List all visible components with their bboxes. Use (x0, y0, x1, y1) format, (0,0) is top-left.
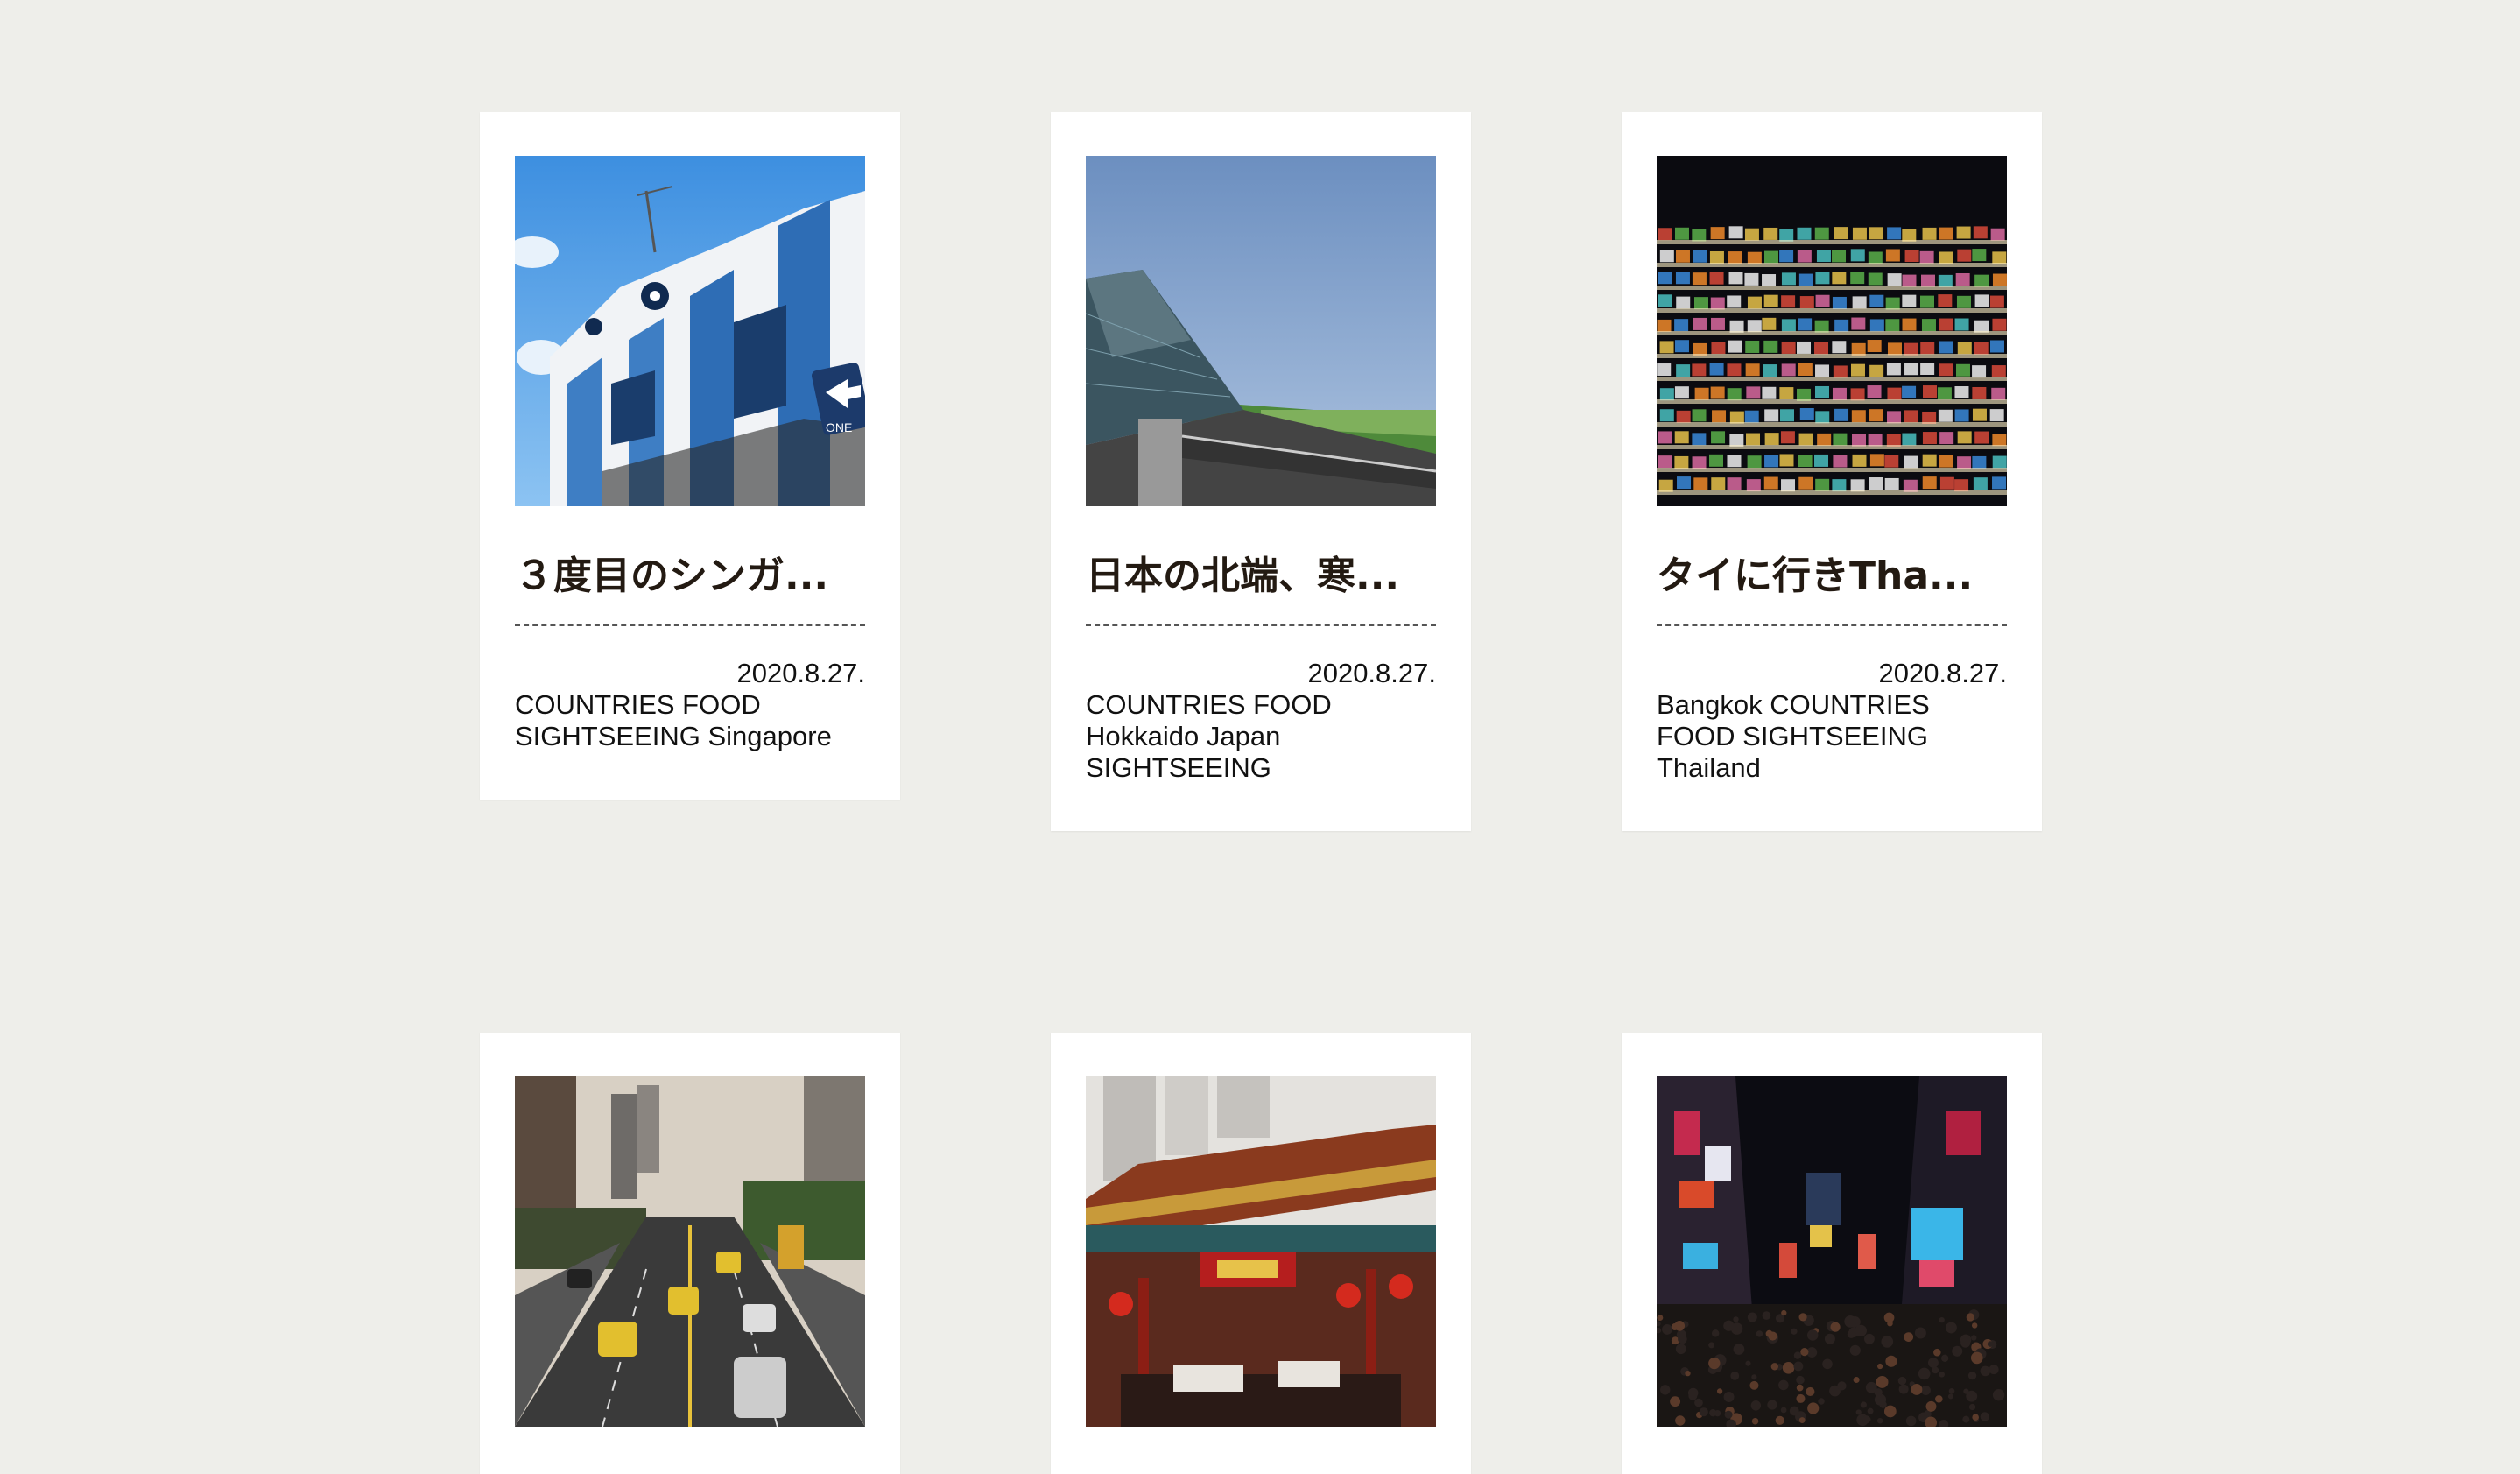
article-date: 2020.8.27. (1307, 657, 1436, 688)
article-date: 2020.8.27. (1878, 657, 2007, 688)
night-market-image (1657, 156, 2007, 506)
article-card-taipei[interactable] (480, 1032, 900, 1474)
article-card-thailand[interactable]: タイに行きTha... 2020.8.27. Bangkok COUNTRIES… (1622, 112, 2042, 831)
article-thumbnail[interactable]: ONE (515, 156, 865, 506)
article-thumbnail[interactable] (1086, 1076, 1436, 1427)
article-thumbnail[interactable] (1657, 1076, 2007, 1427)
article-card-hong-kong[interactable] (1051, 1032, 1471, 1474)
article-grid: ONE ３度目のシンガ... 2020.8.27. COUNTRIES FOOD… (480, 112, 2042, 1474)
article-tags: Bangkok COUNTRIES FOOD SIGHTSEEING Thail… (1657, 688, 1930, 783)
article-date: 2020.8.27. (736, 657, 865, 688)
singapore-shophouse-image: ONE (515, 156, 865, 506)
temple-image (1086, 1076, 1436, 1427)
article-thumbnail[interactable] (515, 1076, 865, 1427)
article-thumbnail[interactable] (1657, 156, 2007, 506)
times-square-image (1657, 1076, 2007, 1427)
hokkaido-pyramid-image (1086, 156, 1436, 506)
article-tags: COUNTRIES FOOD Hokkaido Japan SIGHTSEEIN… (1086, 688, 1332, 783)
article-title[interactable]: ３度目のシンガ... (515, 554, 865, 626)
article-title[interactable]: タイに行きTha... (1657, 554, 2007, 626)
article-card-hokkaido[interactable]: 日本の北端、寒... 2020.8.27. COUNTRIES FOOD Hok… (1051, 112, 1471, 831)
article-title[interactable]: 日本の北端、寒... (1086, 554, 1436, 626)
article-tags: COUNTRIES FOOD SIGHTSEEING Singapore (515, 688, 832, 751)
article-card-singapore[interactable]: ONE ３度目のシンガ... 2020.8.27. COUNTRIES FOOD… (480, 112, 900, 800)
article-thumbnail[interactable] (1086, 156, 1436, 506)
street-traffic-image (515, 1076, 865, 1427)
article-card-new-york[interactable] (1622, 1032, 2042, 1474)
sign-text: ONE (826, 420, 852, 434)
